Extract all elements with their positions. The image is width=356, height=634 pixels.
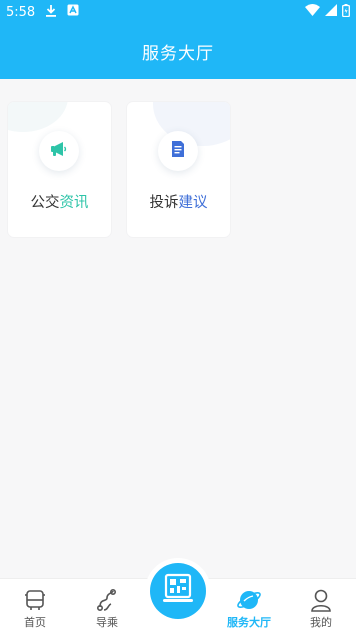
bus-news-label-accent: 资讯 (59, 195, 89, 211)
bus-news-label-plain: 公交 (30, 195, 60, 211)
nav-item-guide[interactable]: 导乘 (77, 579, 137, 634)
bus-news-icon-badge (39, 131, 79, 171)
nav-label-guide: 导乘 (96, 616, 118, 629)
nav-label-mine: 我的 (310, 616, 332, 629)
document-icon (170, 140, 186, 162)
bus-news-label: 公交资讯 (8, 191, 111, 212)
status-bar: 5:58 (0, 0, 356, 24)
nav-label-service-hall: 服务大厅 (227, 616, 271, 629)
signal-icon (325, 4, 337, 20)
qr-code-icon (161, 572, 195, 610)
header-bar: 5:58 服务大厅 (0, 0, 356, 79)
status-time: 5:58 (6, 4, 36, 20)
page-title: 服务大厅 (142, 44, 214, 64)
route-icon (95, 587, 119, 613)
complaint-label: 投诉建议 (127, 191, 230, 212)
notification-icon (67, 4, 79, 20)
download-icon (45, 4, 57, 21)
wifi-icon (305, 4, 320, 20)
nav-item-service-hall[interactable]: 服务大厅 (219, 579, 279, 634)
user-icon (310, 587, 332, 613)
battery-icon (342, 3, 350, 21)
nav-item-mine[interactable]: 我的 (291, 579, 351, 634)
complaint-icon-badge (158, 131, 198, 171)
card-decoration (8, 102, 68, 132)
planet-icon (236, 587, 262, 613)
nav-label-home: 首页 (24, 616, 46, 629)
bus-icon (24, 587, 46, 613)
complaint-card[interactable]: 投诉建议 (127, 102, 230, 237)
scan-code-button[interactable] (150, 563, 206, 619)
complaint-label-plain: 投诉 (149, 195, 179, 211)
bus-news-card[interactable]: 公交资讯 (8, 102, 111, 237)
nav-item-home[interactable]: 首页 (5, 579, 65, 634)
megaphone-icon (50, 141, 68, 161)
complaint-label-accent: 建议 (178, 195, 208, 211)
